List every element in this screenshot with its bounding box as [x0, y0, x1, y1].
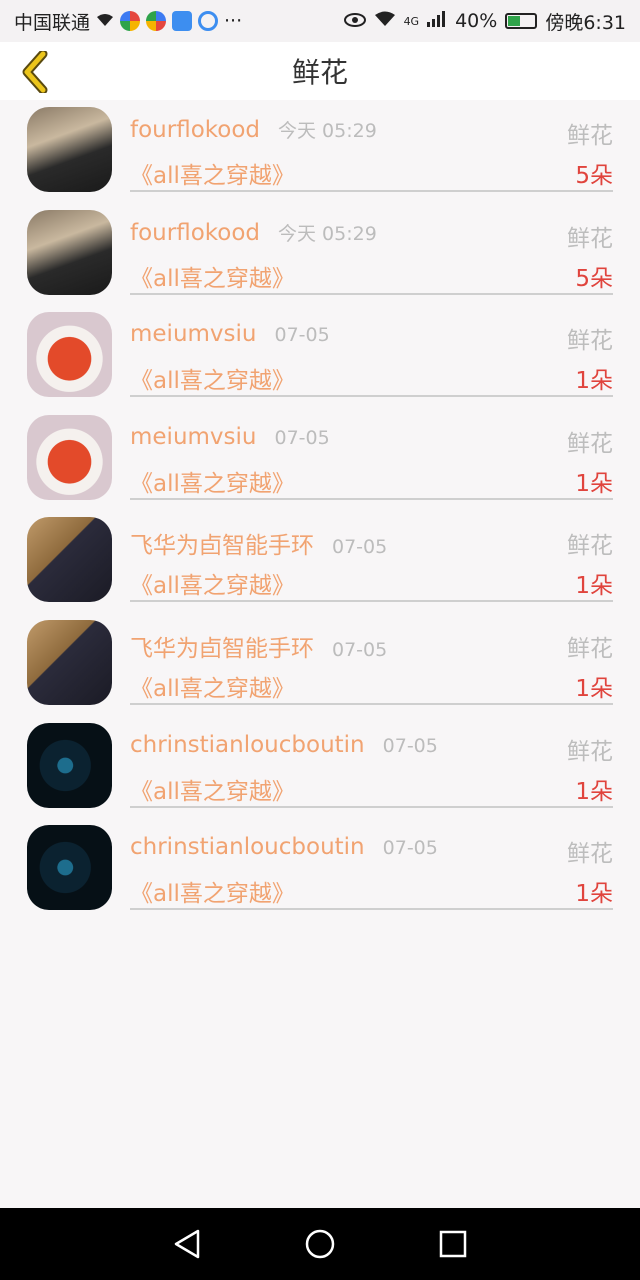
gift-type: 鲜花	[567, 738, 613, 765]
timestamp: 07-05	[382, 734, 438, 757]
book-title[interactable]: 《all喜之穿越》	[130, 464, 295, 498]
gift-type: 鲜花	[567, 635, 613, 662]
book-title[interactable]: 《all喜之穿越》	[130, 259, 295, 293]
avatar[interactable]	[27, 414, 112, 500]
gift-count: 1朵	[575, 470, 613, 497]
gift-type: 鲜花	[567, 225, 613, 252]
list-item-body: meiumvsiu 07-05 鲜花 《all喜之穿越》 1朵	[130, 305, 613, 398]
book-title[interactable]: 《all喜之穿越》	[130, 156, 295, 190]
wifi-icon	[96, 10, 114, 32]
gift-type: 鲜花	[567, 328, 613, 355]
gift-count: 1朵	[575, 675, 613, 702]
status-bar: 中国联通 ··· 4G 40% 傍晚6:31	[0, 0, 640, 42]
wifi-icon	[374, 10, 396, 32]
username[interactable]: 飞华为卣智能手环	[130, 526, 314, 560]
battery-percent: 40%	[455, 10, 498, 32]
timestamp: 07-05	[332, 638, 388, 661]
list-item[interactable]: 飞华为卣智能手环 07-05 鲜花 《all喜之穿越》 1朵	[0, 510, 640, 613]
circle-home-icon	[305, 1229, 335, 1259]
avatar[interactable]	[27, 209, 112, 295]
navigation-bar	[0, 1208, 640, 1280]
username[interactable]: 飞华为卣智能手环	[130, 629, 314, 663]
more-notifications: ···	[224, 10, 243, 32]
avatar[interactable]	[27, 722, 112, 808]
avatar[interactable]	[27, 107, 112, 192]
app-icon	[146, 11, 167, 31]
nav-home-button[interactable]	[300, 1224, 340, 1264]
square-recent-icon	[440, 1230, 467, 1258]
gift-type: 鲜花	[567, 123, 613, 149]
gift-count: 1朵	[575, 881, 613, 908]
page-title: 鲜花	[291, 56, 348, 89]
nav-recent-button[interactable]	[433, 1224, 473, 1264]
network-label: 4G	[403, 14, 420, 28]
gift-type: 鲜花	[567, 841, 613, 868]
timestamp: 今天 05:29	[278, 222, 377, 245]
avatar[interactable]	[27, 825, 112, 911]
username[interactable]: chrinstianloucboutin	[130, 834, 365, 860]
back-button[interactable]	[14, 50, 54, 94]
timestamp: 07-05	[274, 324, 330, 347]
list-item-body: meiumvsiu 07-05 鲜花 《all喜之穿越》 1朵	[130, 408, 613, 500]
app-icon	[120, 11, 141, 31]
battery-icon	[505, 13, 538, 29]
carrier-label: 中国联通	[14, 11, 91, 34]
list-item[interactable]: chrinstianloucboutin 07-05 鲜花 《all喜之穿越》 …	[0, 716, 640, 819]
avatar[interactable]	[27, 517, 112, 603]
book-title[interactable]: 《all喜之穿越》	[130, 874, 295, 908]
app-icon	[198, 11, 219, 31]
list-item-body: 飞华为卣智能手环 07-05 鲜花 《all喜之穿越》 1朵	[130, 510, 613, 603]
gift-count: 5朵	[575, 163, 613, 189]
gift-count: 1朵	[575, 368, 613, 395]
status-left: 中国联通 ···	[14, 8, 242, 35]
status-right: 4G 40% 傍晚6:31	[343, 8, 626, 35]
app-icon	[172, 11, 193, 31]
avatar[interactable]	[27, 312, 112, 398]
timestamp: 07-05	[332, 536, 388, 559]
chevron-left-icon	[22, 51, 48, 93]
timestamp: 07-05	[382, 837, 438, 860]
list-item-body: fourflokood 今天 05:29 鲜花 《all喜之穿越》 5朵	[130, 100, 613, 192]
eye-icon	[343, 10, 366, 32]
list-item[interactable]: meiumvsiu 07-05 鲜花 《all喜之穿越》 1朵	[0, 408, 640, 511]
gift-count: 5朵	[575, 265, 613, 292]
book-title[interactable]: 《all喜之穿越》	[130, 361, 295, 395]
timestamp: 07-05	[274, 426, 330, 449]
username[interactable]: fourflokood	[130, 117, 260, 143]
list-item-body: fourflokood 今天 05:29 鲜花 《all喜之穿越》 5朵	[130, 203, 613, 295]
timestamp: 今天 05:29	[278, 120, 377, 142]
flower-list: fourflokood 今天 05:29 鲜花 《all喜之穿越》 5朵 fou…	[0, 100, 640, 921]
list-item-body: 飞华为卣智能手环 07-05 鲜花 《all喜之穿越》 1朵	[130, 613, 613, 705]
gift-count: 1朵	[575, 573, 613, 600]
gift-type: 鲜花	[567, 533, 613, 560]
list-item-body: chrinstianloucboutin 07-05 鲜花 《all喜之穿越》 …	[130, 818, 613, 911]
list-item[interactable]: fourflokood 今天 05:29 鲜花 《all喜之穿越》 5朵	[0, 100, 640, 203]
book-title[interactable]: 《all喜之穿越》	[130, 566, 295, 600]
triangle-back-icon	[174, 1229, 199, 1259]
username[interactable]: meiumvsiu	[130, 424, 257, 450]
list-item[interactable]: chrinstianloucboutin 07-05 鲜花 《all喜之穿越》 …	[0, 818, 640, 921]
signal-icon	[427, 10, 447, 32]
avatar[interactable]	[27, 619, 112, 705]
book-title[interactable]: 《all喜之穿越》	[130, 669, 295, 703]
book-title[interactable]: 《all喜之穿越》	[130, 772, 295, 806]
list-item[interactable]: fourflokood 今天 05:29 鲜花 《all喜之穿越》 5朵	[0, 203, 640, 306]
header: 鲜花	[0, 42, 640, 100]
gift-type: 鲜花	[567, 430, 613, 457]
list-item[interactable]: 飞华为卣智能手环 07-05 鲜花 《all喜之穿越》 1朵	[0, 613, 640, 716]
nav-back-button[interactable]	[167, 1224, 207, 1264]
username[interactable]: fourflokood	[130, 220, 260, 246]
list-item-body: chrinstianloucboutin 07-05 鲜花 《all喜之穿越》 …	[130, 716, 613, 808]
list-item[interactable]: meiumvsiu 07-05 鲜花 《all喜之穿越》 1朵	[0, 305, 640, 408]
gift-count: 1朵	[575, 778, 613, 805]
clock: 傍晚6:31	[545, 11, 626, 34]
username[interactable]: chrinstianloucboutin	[130, 732, 365, 758]
username[interactable]: meiumvsiu	[130, 321, 257, 347]
